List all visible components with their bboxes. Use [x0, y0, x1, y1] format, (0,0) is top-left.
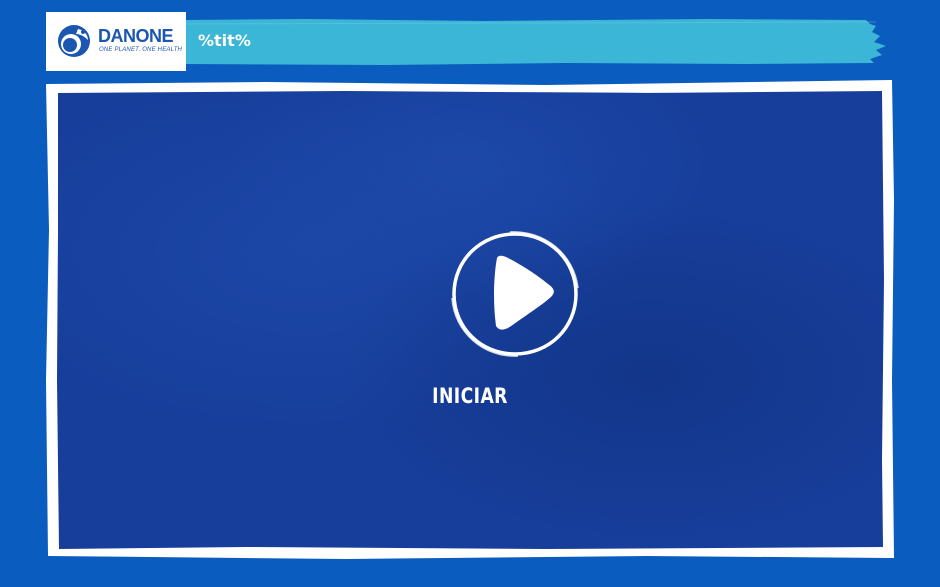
title-bar: %tit% [186, 18, 888, 66]
danone-logo-icon [58, 25, 90, 57]
danone-logo: DANONE ONE PLANET. ONE HEALTH [46, 12, 186, 71]
logo-tagline: ONE PLANET. ONE HEALTH [99, 47, 183, 53]
title-bar-background [186, 19, 886, 65]
page-title: %tit% [198, 31, 251, 50]
logo-name: DANONE [98, 26, 174, 46]
start-button[interactable]: INICIAR [421, 382, 519, 410]
play-icon [451, 231, 579, 357]
video-player[interactable]: INICIAR [46, 80, 894, 560]
play-button[interactable] [448, 228, 582, 360]
